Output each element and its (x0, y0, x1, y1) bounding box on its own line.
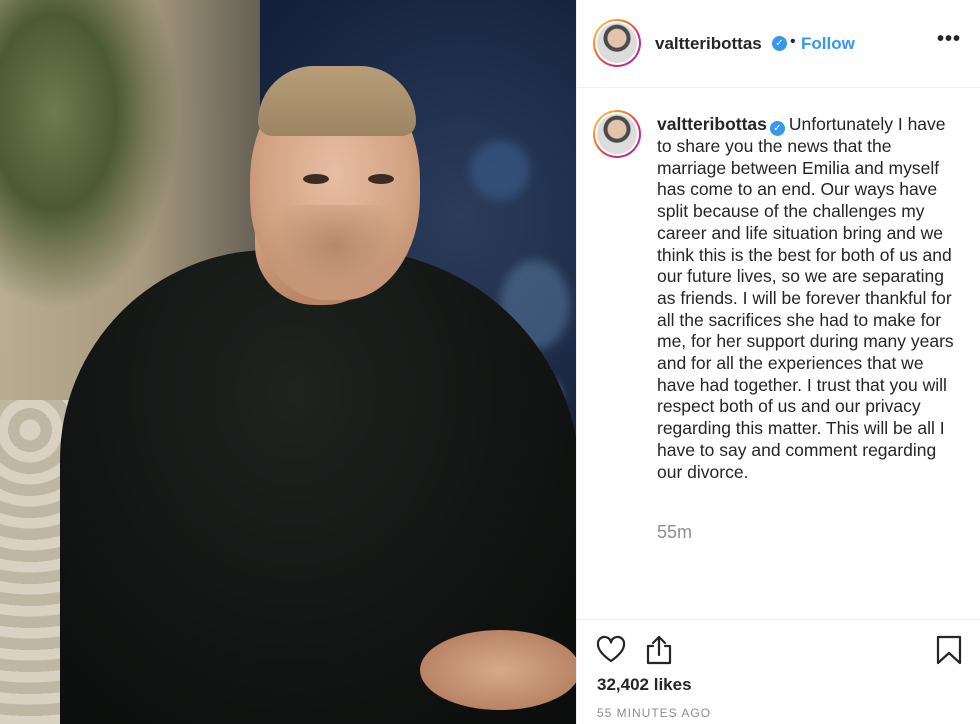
post-header: valtteribottas ✓ • Follow ••• (577, 0, 980, 88)
bookmark-icon[interactable] (933, 634, 965, 666)
avatar-image (597, 114, 637, 154)
photo-bokeh (470, 140, 530, 200)
photo-person-hair (258, 66, 416, 136)
avatar[interactable] (593, 19, 641, 67)
avatar-image (597, 23, 637, 63)
post-caption: valtteribottas ✓ Unfortunately I have to s… (657, 114, 957, 483)
photo-person-eye (368, 174, 394, 184)
post-timestamp[interactable]: 55 MINUTES AGO (597, 706, 711, 720)
action-bar: 32,402 likes 55 MINUTES AGO (577, 619, 980, 724)
post-details-panel: valtteribottas ✓ • Follow ••• valtteribo… (576, 0, 980, 724)
photo-person-eye (303, 174, 329, 184)
more-options-icon[interactable]: ••• (937, 28, 961, 51)
verified-badge-icon: ✓ (769, 121, 785, 136)
post-photo[interactable] (0, 0, 576, 724)
likes-count[interactable]: 32,402 likes (597, 675, 692, 695)
verified-badge-icon: ✓ (772, 36, 787, 51)
photo-person-hands (420, 630, 576, 710)
photo-plant (0, 0, 180, 310)
share-icon[interactable] (643, 634, 675, 666)
separator-dot: • (790, 33, 796, 50)
caption-timestamp[interactable]: 55m (657, 522, 692, 543)
caption-username-link[interactable]: valtteribottas (657, 114, 767, 134)
follow-button[interactable]: Follow (801, 34, 855, 54)
caption-text: Unfortunately I have to share you the ne… (657, 114, 954, 482)
username-link[interactable]: valtteribottas (655, 34, 762, 54)
caption-avatar[interactable] (593, 110, 641, 158)
heart-icon[interactable] (595, 634, 627, 666)
